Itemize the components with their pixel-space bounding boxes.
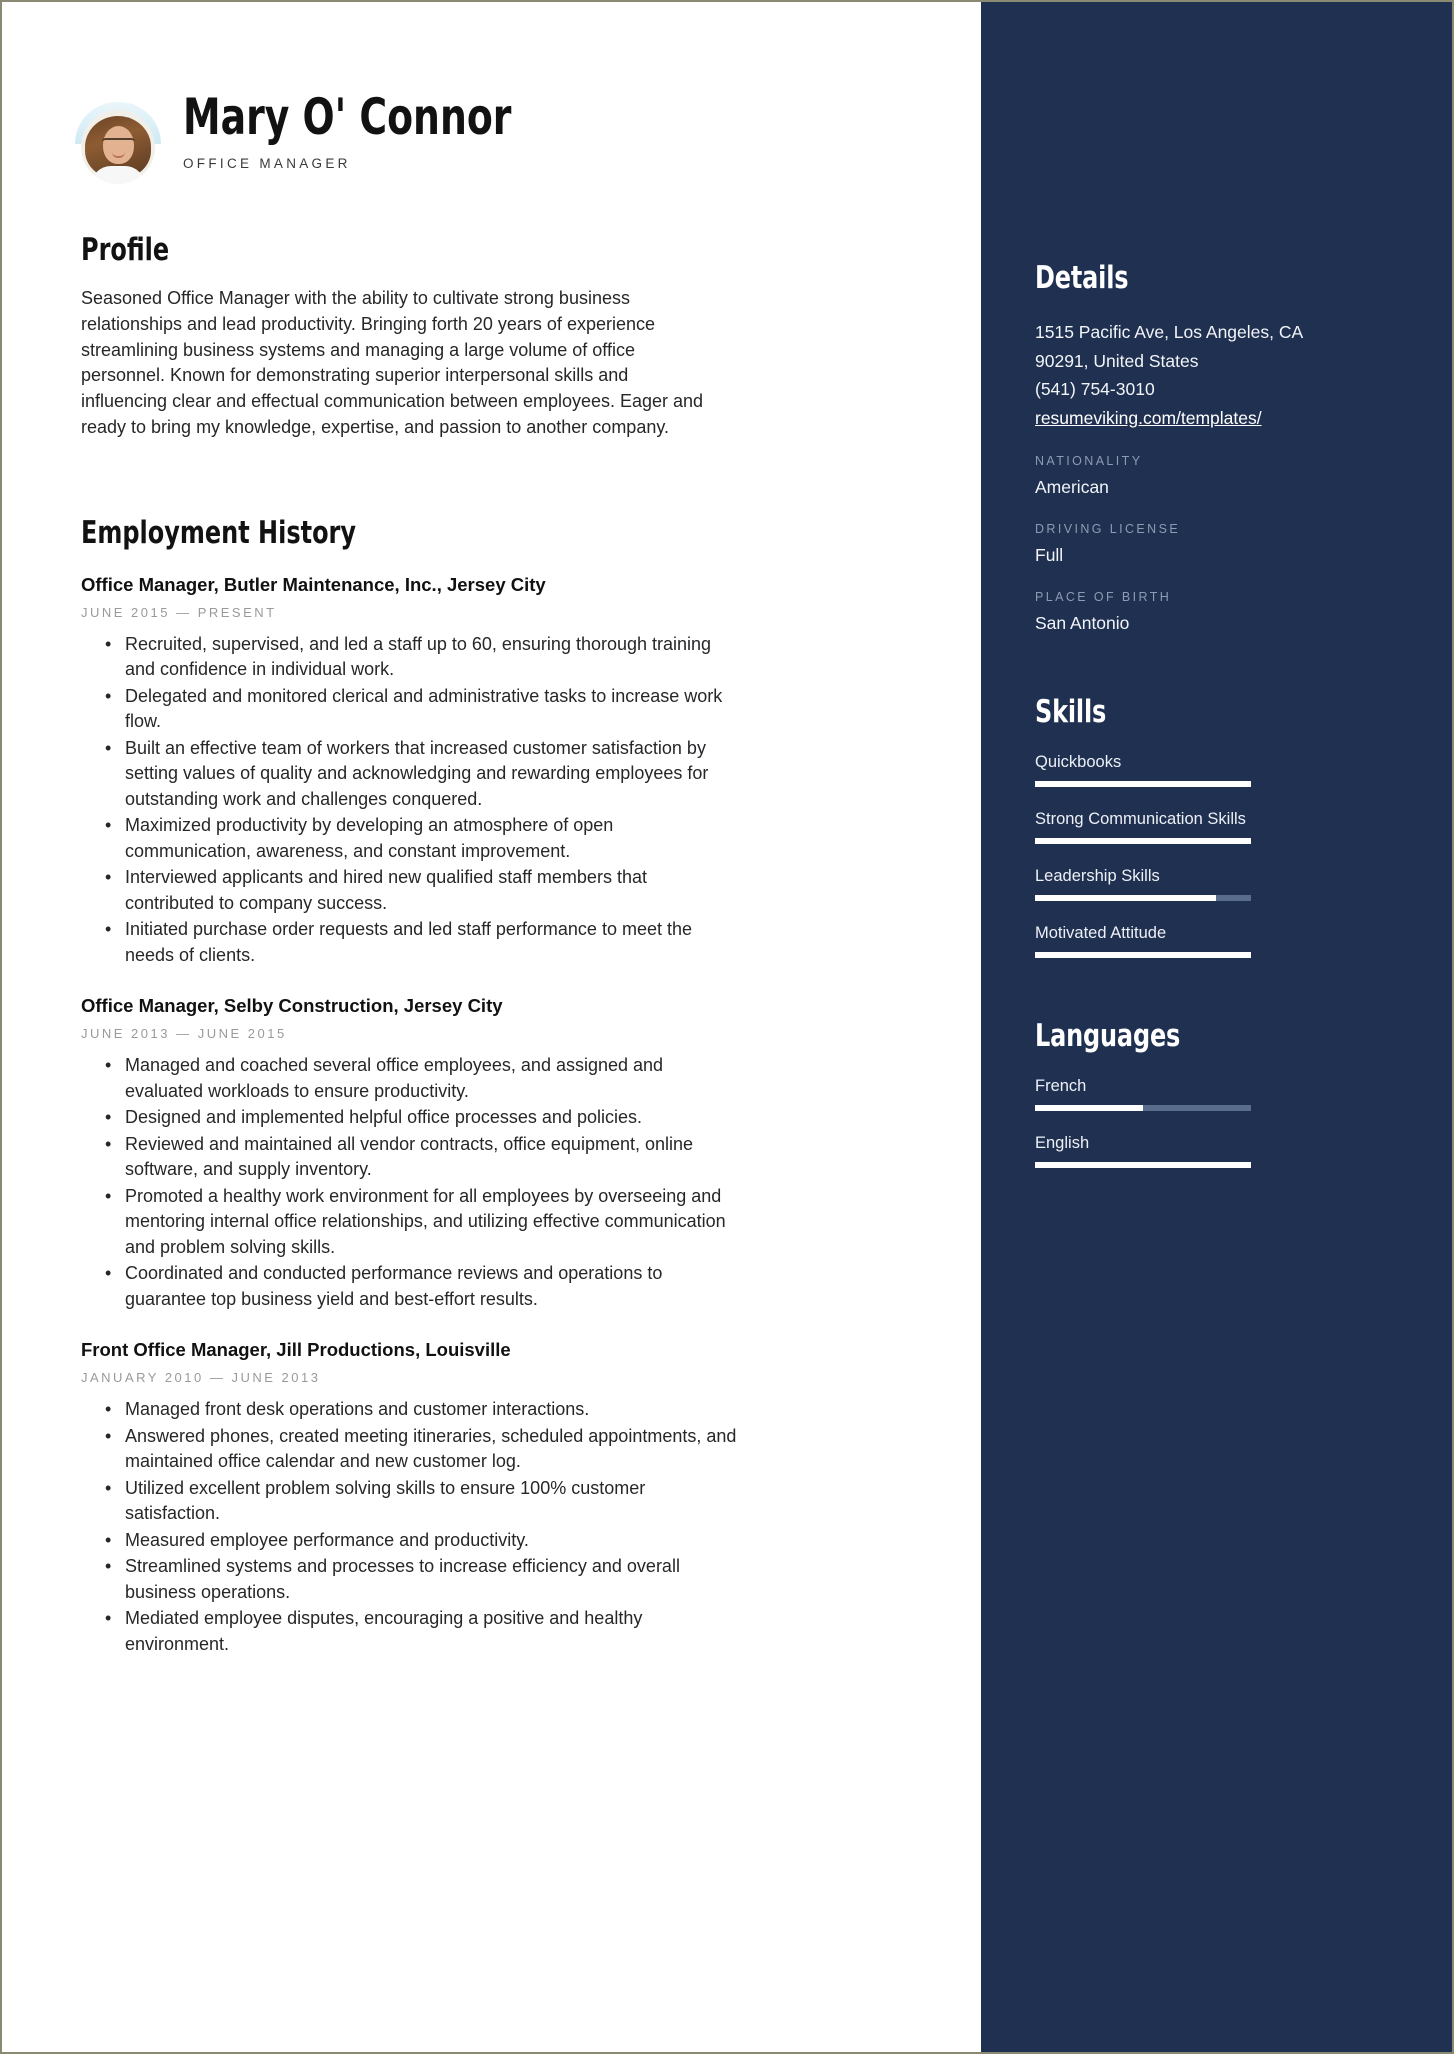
skills-heading: Skills (1035, 694, 1107, 730)
skill-level-fill (1035, 895, 1217, 901)
job-list: Office Manager, Butler Maintenance, Inc.… (81, 573, 985, 1658)
language-level-fill (1035, 1105, 1143, 1111)
profile-heading: Profile (81, 232, 170, 268)
job-bullet: Managed and coached several office emplo… (105, 1053, 741, 1104)
name-block: Mary O' Connor OFFICE MANAGER (183, 86, 574, 171)
job-role-subtitle: OFFICE MANAGER (183, 156, 351, 171)
job-bullet: Maximized productivity by developing an … (105, 813, 741, 864)
profile-text: Seasoned Office Manager with the ability… (81, 288, 704, 437)
skill-level-bar (1035, 838, 1251, 844)
main-column: Mary O' Connor OFFICE MANAGER Profile Se… (2, 2, 985, 2052)
page-title: Mary O' Connor (183, 88, 512, 146)
job-bullet: Coordinated and conducted performance re… (105, 1261, 741, 1312)
language-level-fill (1035, 1162, 1251, 1168)
skill-level-fill (1035, 838, 1251, 844)
job-title: Office Manager, Selby Construction, Jers… (81, 995, 503, 1017)
language-item: French (1035, 1076, 1398, 1111)
job-bullet: Streamlined systems and processes to inc… (105, 1554, 741, 1605)
avatar (75, 100, 161, 184)
phone-number: (541) 754-3010 (1035, 379, 1155, 399)
skill-list: Quickbooks Strong Communication Skills Lea… (1035, 752, 1398, 958)
details-heading: Details (1035, 260, 1129, 296)
sidebar: Details 1515 Pacific Ave, Los Angeles, C… (981, 2, 1452, 2052)
job-bullet: Managed front desk operations and custom… (105, 1397, 741, 1423)
skill-label: Motivated Attitude (1035, 924, 1167, 942)
job-title: Front Office Manager, Jill Productions, … (81, 1339, 511, 1361)
detail-field-value: American (1035, 477, 1109, 497)
job-bullet: Utilized excellent problem solving skill… (105, 1476, 741, 1527)
job-date-range: JUNE 2013 — JUNE 2015 (81, 1026, 287, 1042)
language-level-bar (1035, 1105, 1251, 1111)
job-bullet: Recruited, supervised, and led a staff u… (105, 632, 741, 683)
job-bullet: Interviewed applicants and hired new qua… (105, 865, 741, 916)
detail-field-value: Full (1035, 545, 1064, 565)
job-bullet: Designed and implemented helpful office … (105, 1105, 741, 1131)
job-bullet: Built an effective team of workers that … (105, 736, 741, 813)
job-bullet: Initiated purchase order requests and le… (105, 917, 741, 968)
job-title: Office Manager, Butler Maintenance, Inc.… (81, 573, 546, 595)
job-bullet: Reviewed and maintained all vendor contr… (105, 1132, 741, 1183)
job-entry: Front Office Manager, Jill Productions, … (81, 1338, 985, 1657)
glasses-icon (102, 138, 135, 146)
job-bullet-list: Recruited, supervised, and led a staff u… (81, 632, 741, 969)
detail-field-list: NATIONALITY American DRIVING LICENSE Full PL… (1035, 454, 1398, 636)
skill-label: Strong Communication Skills (1035, 810, 1246, 828)
detail-field-label: DRIVING LICENSE (1035, 522, 1181, 536)
website-link[interactable]: resumeviking.com/templates/ (1035, 404, 1262, 433)
job-bullet: Mediated employee disputes, encouraging … (105, 1606, 741, 1657)
language-level-bar (1035, 1162, 1251, 1168)
resume-header: Mary O' Connor OFFICE MANAGER (75, 86, 985, 184)
languages-heading: Languages (1035, 1018, 1181, 1054)
job-bullet-list: Managed front desk operations and custom… (81, 1397, 741, 1657)
address-line-2: 90291, United States (1035, 350, 1199, 371)
avatar-photo (81, 110, 155, 184)
skill-item: Quickbooks (1035, 752, 1398, 787)
job-entry: Office Manager, Selby Construction, Jers… (81, 994, 985, 1312)
skill-label: Quickbooks (1035, 753, 1122, 771)
address-line-1: 1515 Pacific Ave, Los Angeles, CA (1035, 322, 1304, 342)
language-label: French (1035, 1077, 1087, 1095)
job-date-range: JUNE 2015 — PRESENT (81, 604, 277, 620)
job-entry: Office Manager, Butler Maintenance, Inc.… (81, 573, 985, 969)
skill-level-bar (1035, 781, 1251, 787)
employment-heading: Employment History (81, 514, 357, 551)
detail-field-value: San Antonio (1035, 613, 1130, 633)
job-bullet: Answered phones, created meeting itinera… (105, 1424, 741, 1475)
employment-section: Employment History Office Manager, Butle… (81, 515, 985, 1658)
skill-item: Leadership Skills (1035, 866, 1398, 901)
details-section: Details 1515 Pacific Ave, Los Angeles, C… (1035, 260, 1398, 636)
skill-level-fill (1035, 952, 1251, 958)
detail-field-label: PLACE OF BIRTH (1035, 590, 1172, 604)
language-label: English (1035, 1134, 1090, 1152)
job-bullet-list: Managed and coached several office emplo… (81, 1053, 741, 1312)
language-list: French English (1035, 1076, 1398, 1168)
languages-section: Languages French English (1035, 1018, 1398, 1168)
job-bullet: Promoted a healthy work environment for … (105, 1184, 741, 1261)
skill-item: Strong Communication Skills (1035, 809, 1398, 844)
language-item: English (1035, 1133, 1398, 1168)
skill-label: Leadership Skills (1035, 867, 1160, 885)
skills-section: Skills Quickbooks Strong Communication Sk… (1035, 694, 1398, 958)
resume-page: Mary O' Connor OFFICE MANAGER Profile Se… (0, 0, 1454, 2054)
skill-item: Motivated Attitude (1035, 923, 1398, 958)
skill-level-fill (1035, 781, 1251, 787)
job-bullet: Delegated and monitored clerical and adm… (105, 684, 741, 735)
profile-section: Profile Seasoned Office Manager with the… (81, 232, 985, 441)
job-date-range: JANUARY 2010 — JUNE 2013 (81, 1370, 321, 1386)
detail-field-label: NATIONALITY (1035, 454, 1143, 468)
skill-level-bar (1035, 895, 1251, 901)
job-bullet: Measured employee performance and produc… (105, 1528, 741, 1554)
skill-level-bar (1035, 952, 1251, 958)
